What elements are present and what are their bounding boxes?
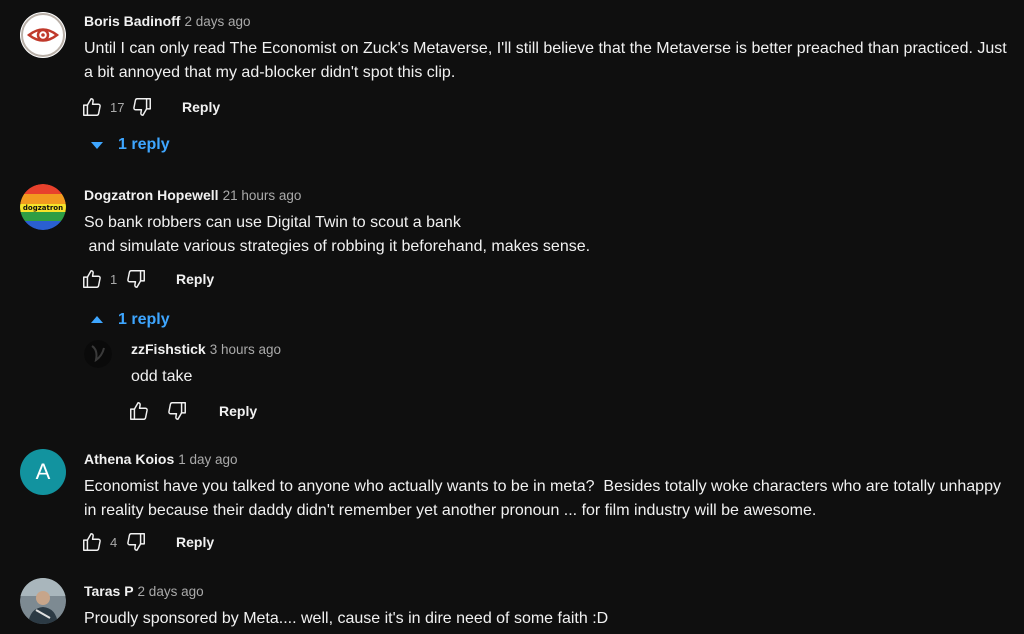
avatar[interactable]: A — [20, 449, 66, 495]
avatar-letter: A — [35, 459, 51, 484]
reply-thread: zzFishstick 3 hours ago odd take Reply — [0, 336, 1024, 430]
author-name[interactable]: Athena Koios — [84, 451, 174, 467]
fish-avatar-icon — [84, 340, 112, 368]
reply-button[interactable]: Reply — [176, 271, 214, 287]
author-name[interactable]: Dogzatron Hopewell — [84, 187, 219, 203]
avatar[interactable] — [84, 340, 112, 368]
comment-actions: 4 Reply — [80, 529, 214, 555]
comment-header: Athena Koios 1 day ago — [84, 450, 1010, 469]
reply-header: zzFishstick 3 hours ago — [131, 340, 1010, 359]
comment-header: Taras P 2 days ago — [84, 582, 1010, 601]
like-button[interactable] — [80, 267, 104, 291]
thumbs-down-icon — [127, 533, 145, 551]
thumbs-down-icon — [133, 98, 151, 116]
comment-taras: Taras P 2 days ago Proudly sponsored by M… — [0, 570, 1024, 634]
hide-replies-button[interactable]: 1 reply — [90, 311, 170, 329]
thumbs-down-icon — [127, 270, 145, 288]
reply-actions: Reply — [127, 398, 257, 424]
timestamp[interactable]: 2 days ago — [184, 14, 250, 29]
like-count: 4 — [110, 534, 118, 550]
like-count: 1 — [110, 271, 118, 287]
comment-athena: A Athena Koios 1 day ago Economist have y… — [0, 438, 1024, 568]
view-replies-button[interactable]: 1 reply — [90, 136, 170, 154]
thumbs-up-icon — [83, 270, 101, 288]
eye-icon — [21, 13, 65, 57]
dislike-button[interactable] — [124, 530, 148, 554]
reply-text: odd take — [131, 368, 193, 385]
comment-text: So bank robbers can use Digital Twin to … — [84, 211, 1010, 259]
reply-button[interactable]: Reply — [176, 534, 214, 550]
thumbs-up-icon — [130, 402, 148, 420]
like-button[interactable] — [80, 95, 104, 119]
timestamp[interactable]: 1 day ago — [178, 452, 237, 467]
comment-actions: 17 Reply — [80, 94, 220, 120]
thumbs-up-icon — [83, 98, 101, 116]
caret-down-icon — [91, 142, 103, 149]
comment-text-line: and simulate various strategies of robbi… — [84, 238, 591, 255]
comment-text: Economist have you talked to anyone who … — [84, 478, 1006, 519]
comment-header: Dogzatron Hopewell 21 hours ago — [84, 186, 1010, 205]
dislike-button[interactable] — [130, 95, 154, 119]
comment-header: Boris Badinoff 2 days ago — [84, 12, 1010, 31]
thumbs-up-icon — [83, 533, 101, 551]
dislike-button[interactable] — [124, 267, 148, 291]
reply-button[interactable]: Reply — [219, 403, 257, 419]
replies-label: 1 reply — [118, 136, 170, 153]
avatar[interactable] — [20, 12, 66, 58]
timestamp[interactable]: 2 days ago — [138, 584, 204, 599]
like-button[interactable] — [80, 530, 104, 554]
comment-text-line: So bank robbers can use Digital Twin to … — [84, 214, 461, 231]
comment-text: Proudly sponsored by Meta.... well, caus… — [84, 610, 609, 627]
comment-boris: Boris Badinoff 2 days ago Until I can onl… — [0, 0, 1024, 170]
author-name[interactable]: Boris Badinoff — [84, 13, 180, 29]
author-name[interactable]: zzFishstick — [131, 341, 206, 357]
thumbs-down-icon — [168, 402, 186, 420]
dislike-button[interactable] — [165, 399, 189, 423]
avatar-text: dogzatron — [23, 204, 63, 212]
like-count: 17 — [110, 99, 125, 115]
comment-text: Until I can only read The Economist on Z… — [84, 40, 1012, 81]
avatar[interactable] — [20, 578, 66, 624]
replies-label: 1 reply — [118, 311, 170, 328]
like-button[interactable] — [127, 399, 151, 423]
comment-actions: 1 Reply — [80, 266, 214, 292]
dogzatron-avatar-icon: dogzatron — [20, 184, 66, 230]
photo-avatar-icon — [20, 578, 66, 624]
avatar[interactable]: dogzatron — [20, 184, 66, 230]
reply-button[interactable]: Reply — [182, 99, 220, 115]
author-name[interactable]: Taras P — [84, 583, 134, 599]
caret-up-icon — [91, 316, 103, 323]
comment-dogzatron: dogzatron Dogzatron Hopewell 21 hours ago… — [0, 174, 1024, 430]
timestamp[interactable]: 21 hours ago — [223, 188, 302, 203]
timestamp[interactable]: 3 hours ago — [210, 342, 281, 357]
